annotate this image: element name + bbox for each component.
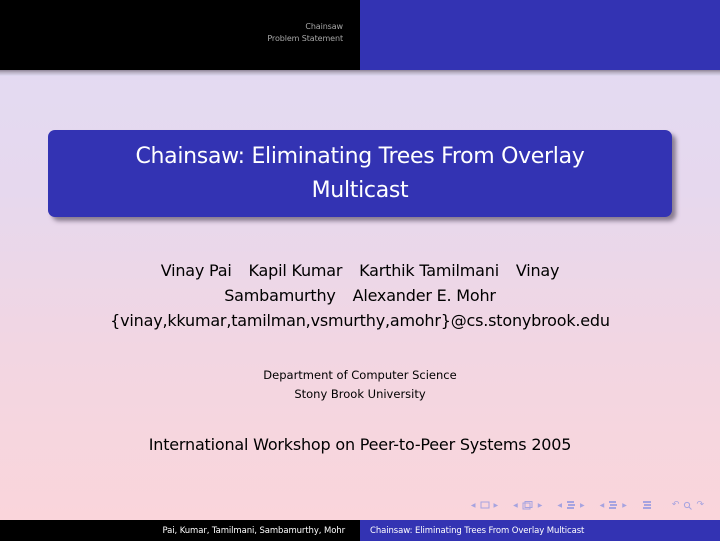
frame-nav[interactable]: ◀ ▶ <box>469 501 500 509</box>
authors-row-1: Vinay Pai Kapil Kumar Karthik Tamilmani … <box>60 258 660 283</box>
arrow-left-icon[interactable]: ◀ <box>513 502 518 509</box>
header-subsection-link[interactable]: Problem Statement <box>267 33 343 45</box>
author-name: Sambamurthy <box>224 286 336 305</box>
author-name: Alexander E. Mohr <box>352 286 496 305</box>
arrow-left-icon[interactable]: ◀ <box>600 502 605 509</box>
align-icon[interactable] <box>642 500 652 510</box>
section-nav[interactable]: ◀ ▶ <box>555 500 586 510</box>
arrow-right-icon[interactable]: ▶ <box>494 502 499 509</box>
author-emails: {vinay,kkumar,tamilman,vsmurthy,amohr}@c… <box>110 311 610 330</box>
arrow-right-icon[interactable]: ▶ <box>622 502 627 509</box>
header-navigation: Chainsaw Problem Statement <box>0 0 360 70</box>
title-box: Chainsaw: Eliminating Trees From Overlay… <box>48 130 672 217</box>
search-nav: ↶ ↷ <box>670 500 706 510</box>
arrow-left-icon[interactable]: ◀ <box>471 502 476 509</box>
arrow-left-icon[interactable]: ◀ <box>557 502 562 509</box>
slide-title: Chainsaw: Eliminating Trees From Overlay… <box>135 143 585 203</box>
institute-block: Department of Computer Science Stony Bro… <box>0 366 720 404</box>
footer-title: Chainsaw: Eliminating Trees From Overlay… <box>360 520 720 541</box>
header-section-link[interactable]: Chainsaw <box>305 21 343 33</box>
redo-icon[interactable]: ↷ <box>696 500 704 510</box>
footer-bar: Pai, Kumar, Tamilmani, Sambamurthy, Mohr… <box>0 520 720 541</box>
header-right-panel <box>360 0 720 70</box>
venue-date: International Workshop on Peer-to-Peer S… <box>148 435 572 454</box>
authors-row-2: Sambamurthy Alexander E. Mohr <box>60 283 660 308</box>
arrow-right-icon[interactable]: ▶ <box>538 502 543 509</box>
author-name: Karthik Tamilmani <box>359 261 499 280</box>
header-bar: Chainsaw Problem Statement <box>0 0 720 70</box>
subsection-icon[interactable] <box>522 500 534 510</box>
subsection-nav[interactable]: ◀ ▶ <box>511 500 544 510</box>
document-nav[interactable]: ◀ ▶ <box>598 500 629 510</box>
author-name: Kapil Kumar <box>248 261 343 280</box>
search-icon[interactable] <box>683 501 693 510</box>
author-name: Vinay Pai <box>160 261 232 280</box>
navigation-symbols: ◀ ▶ ◀ ▶ ◀ ▶ ◀ ▶ ↶ ↷ <box>458 497 706 513</box>
institute-department: Department of Computer Science <box>263 368 457 382</box>
author-name: Vinay <box>515 261 560 280</box>
header-shadow <box>0 70 720 76</box>
align-nav[interactable] <box>640 500 654 510</box>
institute-university: Stony Brook University <box>294 387 426 401</box>
undo-icon[interactable]: ↶ <box>672 500 680 510</box>
document-icon[interactable] <box>608 500 618 510</box>
frame-icon[interactable] <box>480 501 490 509</box>
section-icon[interactable] <box>566 500 576 510</box>
footer-authors: Pai, Kumar, Tamilmani, Sambamurthy, Mohr <box>0 520 360 541</box>
arrow-right-icon[interactable]: ▶ <box>580 502 585 509</box>
authors-block: Vinay Pai Kapil Kumar Karthik Tamilmani … <box>60 258 660 333</box>
